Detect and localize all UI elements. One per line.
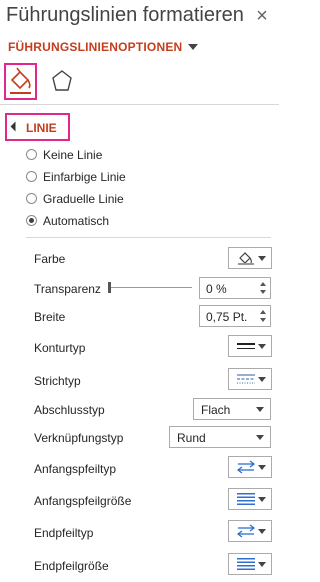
pane-title: Führungslinien formatieren	[6, 4, 244, 26]
close-icon: ×	[256, 5, 268, 27]
arrow-type-icon	[236, 524, 256, 538]
tab-effects[interactable]	[47, 66, 77, 96]
spin-down-icon[interactable]	[260, 318, 266, 322]
paint-bucket-icon	[238, 252, 254, 265]
anfangspfeiltyp-dropdown[interactable]	[228, 456, 272, 478]
radio-label: Graduelle Linie	[43, 192, 124, 206]
konturtyp-label: Konturtyp	[34, 341, 86, 355]
compound-type-icon	[237, 343, 255, 349]
section-header-linie[interactable]: LINIE	[5, 113, 70, 141]
radio-graduelle-linie[interactable]: Graduelle Linie	[26, 192, 124, 210]
transparenz-slider-thumb[interactable]	[108, 282, 111, 293]
abschlusstyp-value: Flach	[201, 403, 231, 417]
tab-fill-line[interactable]	[4, 63, 37, 100]
endpfeiltyp-dropdown[interactable]	[228, 520, 272, 542]
section-divider	[26, 237, 271, 238]
collapse-triangle-icon	[10, 121, 21, 132]
close-button[interactable]: ×	[250, 4, 274, 28]
radio-label: Automatisch	[43, 214, 110, 228]
chevron-down-icon	[258, 562, 266, 567]
radio-automatisch[interactable]: Automatisch	[26, 214, 109, 232]
chevron-down-icon	[258, 465, 266, 470]
dash-type-icon	[237, 374, 255, 384]
options-dropdown[interactable]: FÜHRUNGSLINIENOPTIONEN	[8, 40, 199, 54]
chevron-down-icon	[258, 377, 266, 382]
arrow-size-icon	[237, 558, 255, 570]
chevron-down-icon	[258, 529, 266, 534]
pentagon-effects-icon	[52, 70, 72, 91]
arrow-type-icon	[236, 460, 256, 474]
verknuepfungstyp-dropdown[interactable]: Rund	[169, 426, 271, 448]
strichtyp-dropdown[interactable]	[228, 368, 272, 390]
chevron-down-icon	[258, 256, 266, 261]
strichtyp-label: Strichtyp	[34, 374, 81, 388]
anfangspfeiltyp-label: Anfangspfeiltyp	[34, 462, 117, 476]
radio-button-selected[interactable]	[26, 215, 37, 227]
endpfeiltyp-label: Endpfeiltyp	[34, 526, 94, 540]
arrow-size-icon	[237, 493, 255, 505]
options-dropdown-label: FÜHRUNGSLINIENOPTIONEN	[8, 40, 183, 54]
radio-button[interactable]	[26, 193, 37, 205]
transparenz-spinner[interactable]: 0 %	[199, 277, 271, 299]
radio-button[interactable]	[26, 149, 37, 161]
tab-divider	[0, 104, 279, 105]
chevron-down-icon	[256, 407, 264, 412]
transparenz-slider-track[interactable]	[110, 287, 192, 288]
spin-up-icon[interactable]	[260, 282, 266, 286]
section-header-label: LINIE	[26, 121, 57, 135]
radio-keine-linie[interactable]: Keine Linie	[26, 148, 102, 166]
breite-value[interactable]: 0,75 Pt.	[206, 310, 247, 324]
transparenz-label: Transparenz	[34, 282, 101, 296]
farbe-label: Farbe	[34, 252, 66, 266]
radio-label: Einfarbige Linie	[43, 170, 126, 184]
chevron-down-icon	[258, 497, 266, 502]
chevron-down-icon	[256, 435, 264, 440]
chevron-down-icon	[188, 43, 199, 50]
spin-up-icon[interactable]	[260, 310, 266, 314]
breite-spinner[interactable]: 0,75 Pt.	[199, 305, 271, 327]
breite-label: Breite	[34, 310, 66, 324]
radio-label: Keine Linie	[43, 148, 103, 162]
abschlusstyp-label: Abschlusstyp	[34, 403, 105, 417]
farbe-color-picker[interactable]	[228, 247, 272, 269]
verknuepfungstyp-value: Rund	[177, 431, 206, 445]
anfangspfeilgroesse-dropdown[interactable]	[228, 488, 272, 510]
anfangspfeilgroesse-label: Anfangspfeilgröße	[34, 494, 132, 508]
konturtyp-dropdown[interactable]	[228, 335, 272, 357]
spin-down-icon[interactable]	[260, 290, 266, 294]
transparenz-value[interactable]: 0 %	[206, 282, 227, 296]
abschlusstyp-dropdown[interactable]: Flach	[193, 398, 271, 420]
radio-einfarbige-linie[interactable]: Einfarbige Linie	[26, 170, 126, 188]
chevron-down-icon	[258, 344, 266, 349]
verknuepfungstyp-label: Verknüpfungstyp	[34, 431, 124, 445]
endpfeilgroesse-label: Endpfeilgröße	[34, 559, 109, 573]
fill-line-icon	[10, 67, 31, 94]
endpfeilgroesse-dropdown[interactable]	[228, 553, 272, 575]
radio-button[interactable]	[26, 171, 37, 183]
